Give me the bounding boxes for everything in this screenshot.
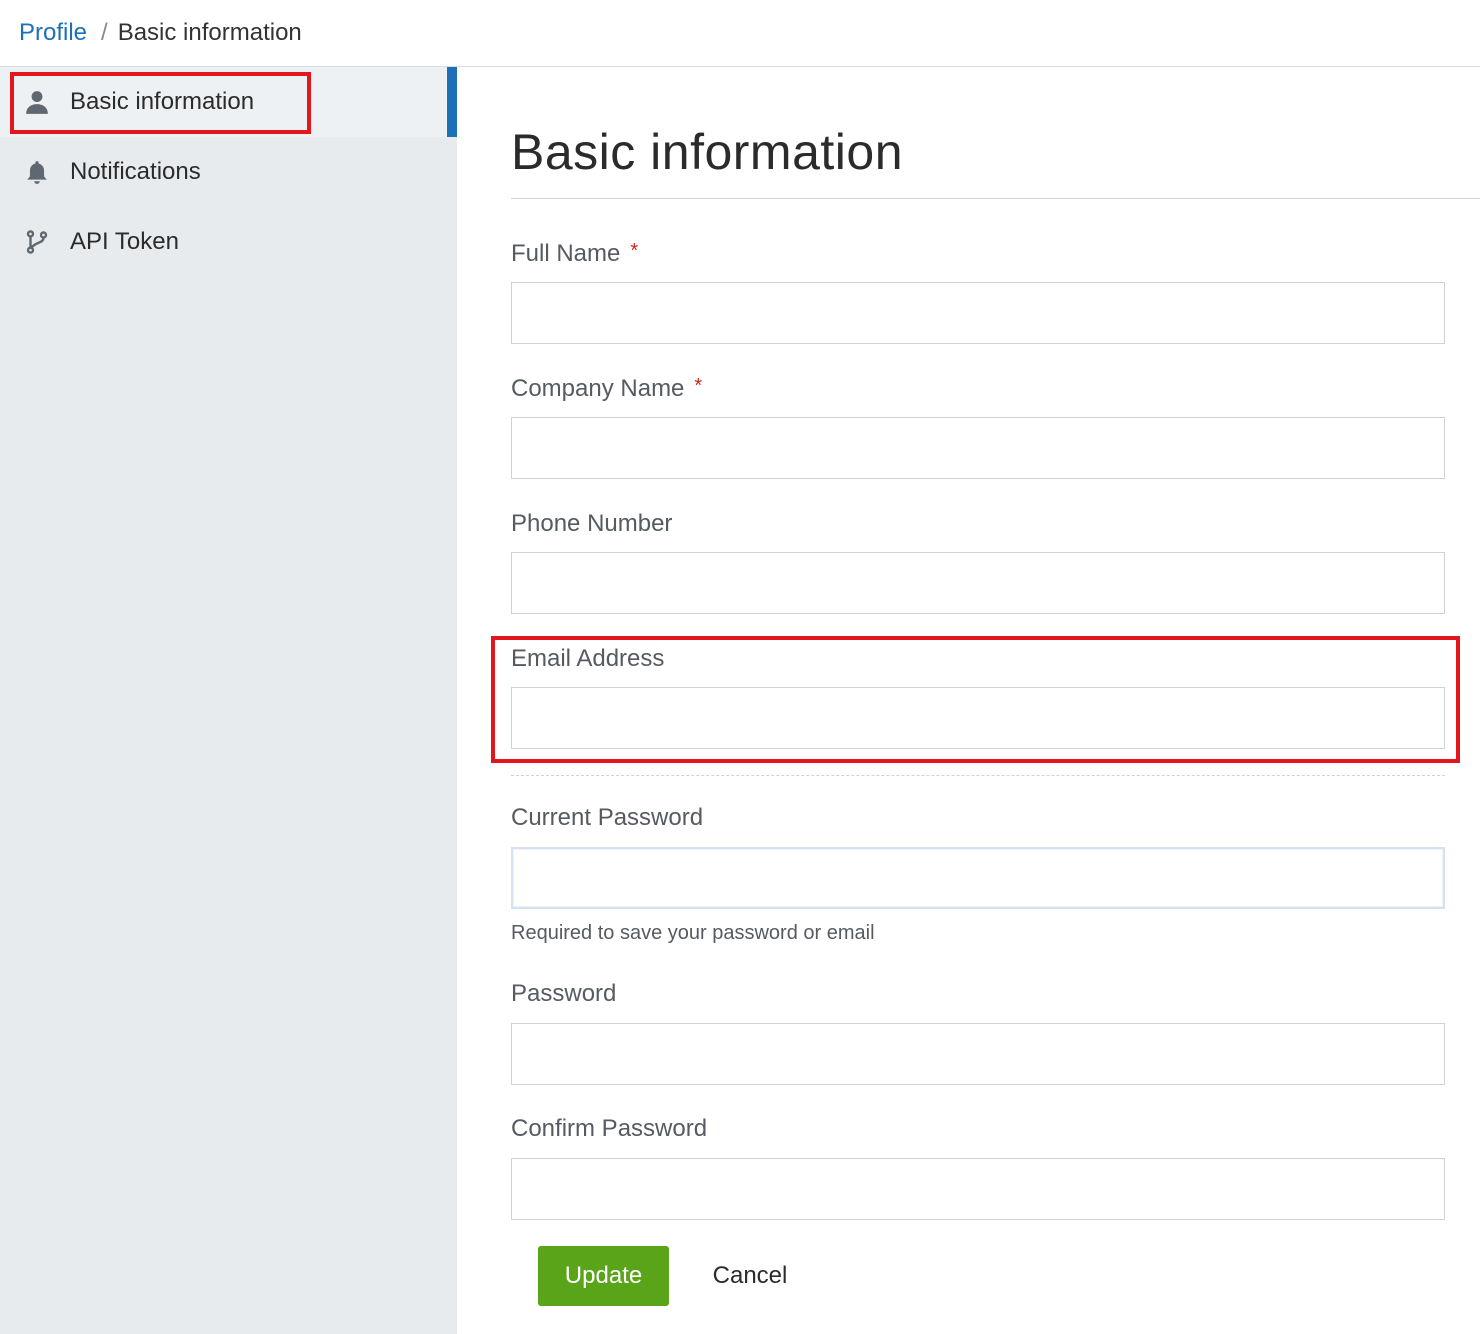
current-password-field[interactable] [511,847,1445,909]
required-marker: * [630,240,639,262]
full-name-label: Full Name * [511,240,639,267]
confirm-password-field[interactable] [511,1158,1445,1220]
section-divider [511,775,1445,776]
email-field[interactable] [511,687,1445,749]
branch-icon [24,229,50,255]
update-button[interactable]: Update [538,1246,669,1306]
current-password-label: Current Password [511,804,704,831]
current-password-helper: Required to save your password or email [511,922,875,944]
company-name-field[interactable] [511,417,1445,479]
cancel-button[interactable]: Cancel [700,1246,800,1306]
full-name-field[interactable] [511,282,1445,344]
password-label: Password [511,980,617,1007]
password-field[interactable] [511,1023,1445,1085]
sidebar-item-basic-information[interactable]: Basic information [0,67,457,137]
company-name-label: Company Name * [511,375,703,402]
sidebar-item-api-token[interactable]: API Token [0,207,457,277]
phone-number-field[interactable] [511,552,1445,614]
required-marker: * [694,375,703,397]
page-title: Basic information [511,124,903,180]
title-divider [511,198,1480,199]
sidebar-item-label: Notifications [70,158,201,185]
breadcrumb-separator: / [101,19,108,46]
sidebar-item-label: API Token [70,228,179,255]
phone-number-label: Phone Number [511,510,673,537]
bell-icon [24,159,50,185]
confirm-password-label: Confirm Password [511,1115,708,1142]
sidebar-item-notifications[interactable]: Notifications [0,137,457,207]
sidebar: Basic information Notifications API Toke… [0,67,457,1334]
breadcrumb-profile-link[interactable]: Profile [19,19,87,47]
breadcrumb-current: Basic information [117,19,302,46]
breadcrumb: Profile / Basic information [0,0,1480,67]
sidebar-item-label: Basic information [70,88,255,115]
email-address-label: Email Address [511,645,665,672]
user-icon [24,89,50,115]
